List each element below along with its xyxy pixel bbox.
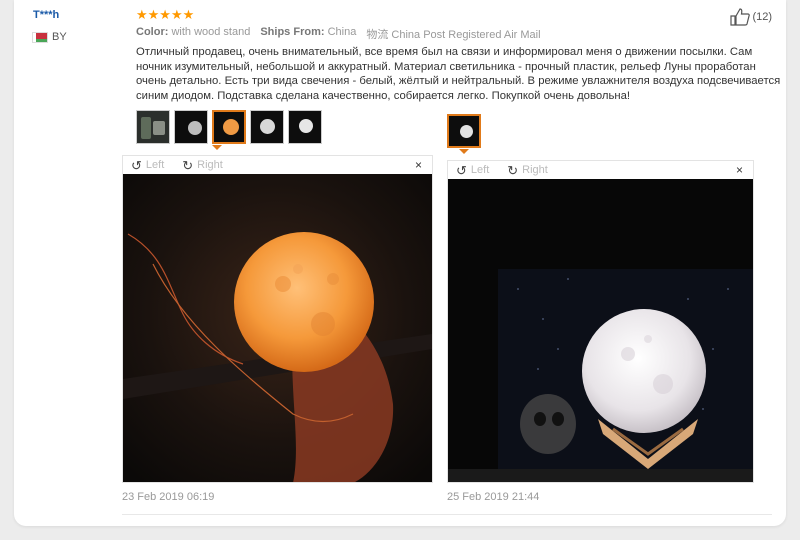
review-text: Отличный продавец, очень внимательный, в… <box>136 46 781 102</box>
rotate-right-icon[interactable]: ↻ <box>507 164 518 177</box>
photo-thumbnails-2 <box>447 114 481 148</box>
photo-viewer-1: ↺ Left ↻ Right × <box>122 155 433 483</box>
ships-from-label: Ships From: <box>260 26 325 38</box>
thumbnail-5[interactable] <box>288 110 322 144</box>
photo-date-1: 23 Feb 2019 06:19 <box>122 491 215 503</box>
viewer-toolbar: ↺ Left ↻ Right × <box>448 161 753 179</box>
rotate-left-label[interactable]: Left <box>146 159 164 171</box>
thumbnail-4[interactable] <box>250 110 284 144</box>
logistics-label: 物流 <box>366 29 389 41</box>
rotate-right-label[interactable]: Right <box>522 164 548 176</box>
reviewer-country: BY <box>32 31 67 43</box>
logistics-value: China Post Registered Air Mail <box>391 29 541 41</box>
thumbs-up-icon <box>730 8 751 26</box>
thumbnail-3[interactable] <box>212 110 246 144</box>
close-icon[interactable]: × <box>736 163 743 177</box>
like-button[interactable]: (12) <box>730 8 772 26</box>
review-photo-2 <box>448 179 753 482</box>
viewer-toolbar: ↺ Left ↻ Right × <box>123 156 432 174</box>
review-card: T***h BY ★★★★★ Color: with wood stand Sh… <box>14 0 786 526</box>
color-value: with wood stand <box>171 26 251 38</box>
close-icon[interactable]: × <box>415 158 422 172</box>
thumbnail-2[interactable] <box>174 110 208 144</box>
star-rating: ★★★★★ <box>136 7 195 22</box>
belarus-flag-icon <box>32 31 48 43</box>
orange-moon-lamp-photo <box>123 174 432 482</box>
ships-from-value: China <box>327 26 357 38</box>
thumbnail-1[interactable] <box>136 110 170 144</box>
photo-viewer-2: ↺ Left ↻ Right × <box>447 160 754 483</box>
photo-date-2: 25 Feb 2019 21:44 <box>447 491 540 503</box>
thumbnail-6[interactable] <box>447 114 481 148</box>
active-thumbnail-caret-2 <box>459 149 469 154</box>
rotate-left-label[interactable]: Left <box>471 164 489 176</box>
rotate-left-icon[interactable]: ↺ <box>131 159 142 172</box>
white-moon-lamp-photo <box>448 179 753 482</box>
reviewer-name[interactable]: T***h <box>33 9 59 21</box>
order-meta: Color: with wood stand Ships From: China… <box>136 26 541 42</box>
rotate-left-icon[interactable]: ↺ <box>456 164 467 177</box>
like-count: (12) <box>752 11 772 23</box>
color-label: Color: <box>136 26 169 38</box>
rotate-right-label[interactable]: Right <box>197 159 223 171</box>
active-thumbnail-caret <box>212 145 222 150</box>
country-code: BY <box>52 31 67 43</box>
photo-thumbnails <box>136 110 322 144</box>
review-photo-1 <box>123 174 432 482</box>
divider <box>122 514 772 515</box>
rotate-right-icon[interactable]: ↻ <box>182 159 193 172</box>
